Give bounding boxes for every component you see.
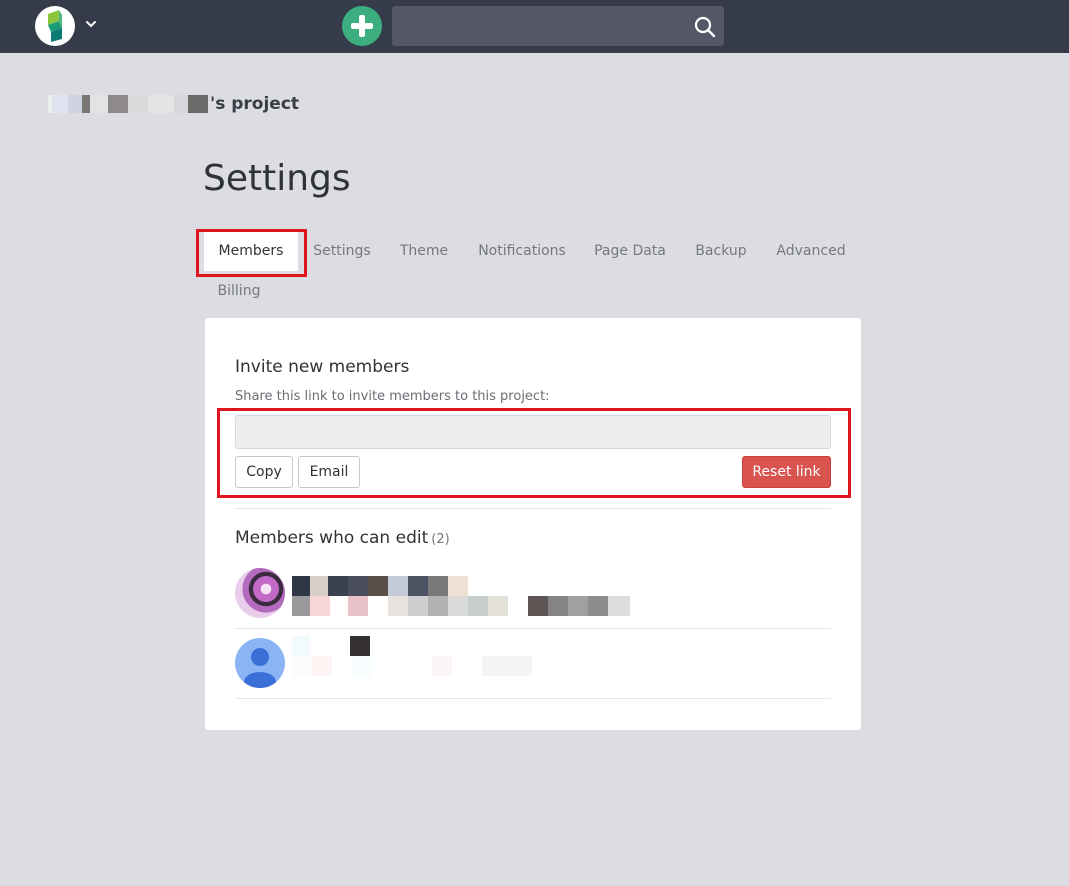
project-name: 's project	[48, 94, 299, 114]
tab-settings[interactable]: Settings	[306, 231, 378, 271]
redacted-member-name	[292, 636, 372, 656]
invite-link-field[interactable]	[235, 415, 831, 449]
tab-notifications[interactable]: Notifications	[472, 231, 572, 271]
redacted-owner-name	[48, 95, 208, 113]
avatar	[235, 568, 285, 618]
member-divider	[235, 698, 831, 699]
default-avatar-icon	[235, 638, 285, 688]
tab-billing[interactable]: Billing	[208, 271, 270, 311]
invite-help-text: Share this link to invite members to thi…	[235, 389, 550, 404]
member-divider	[235, 628, 831, 629]
redacted-member-email	[292, 596, 630, 616]
redacted-member-email	[292, 656, 542, 676]
members-section-label: Members who can edit	[235, 528, 429, 548]
copy-button[interactable]: Copy	[235, 456, 293, 488]
page-title: Settings	[203, 158, 351, 199]
tab-theme[interactable]: Theme	[392, 231, 456, 271]
search-icon[interactable]	[694, 16, 716, 38]
tab-backup[interactable]: Backup	[688, 231, 754, 271]
search-bar[interactable]	[392, 6, 724, 46]
add-button[interactable]	[342, 6, 382, 46]
members-card: Invite new members Share this link to in…	[205, 318, 861, 730]
tab-page-data[interactable]: Page Data	[588, 231, 672, 271]
section-divider	[235, 508, 831, 509]
invite-section-title: Invite new members	[235, 357, 410, 377]
tab-advanced[interactable]: Advanced	[768, 231, 854, 271]
members-count: (2)	[431, 532, 450, 547]
project-name-suffix: 's project	[210, 94, 300, 114]
search-input[interactable]	[392, 6, 682, 46]
reset-link-button[interactable]: Reset link	[742, 456, 831, 488]
members-section-title: Members who can edit (2)	[235, 528, 450, 548]
email-button[interactable]: Email	[298, 456, 360, 488]
redacted-member-name	[292, 576, 472, 596]
tab-members[interactable]: Members	[204, 231, 298, 271]
top-navigation-bar	[0, 0, 1069, 53]
chevron-down-icon[interactable]	[84, 16, 98, 30]
app-logo-icon[interactable]	[35, 6, 75, 46]
